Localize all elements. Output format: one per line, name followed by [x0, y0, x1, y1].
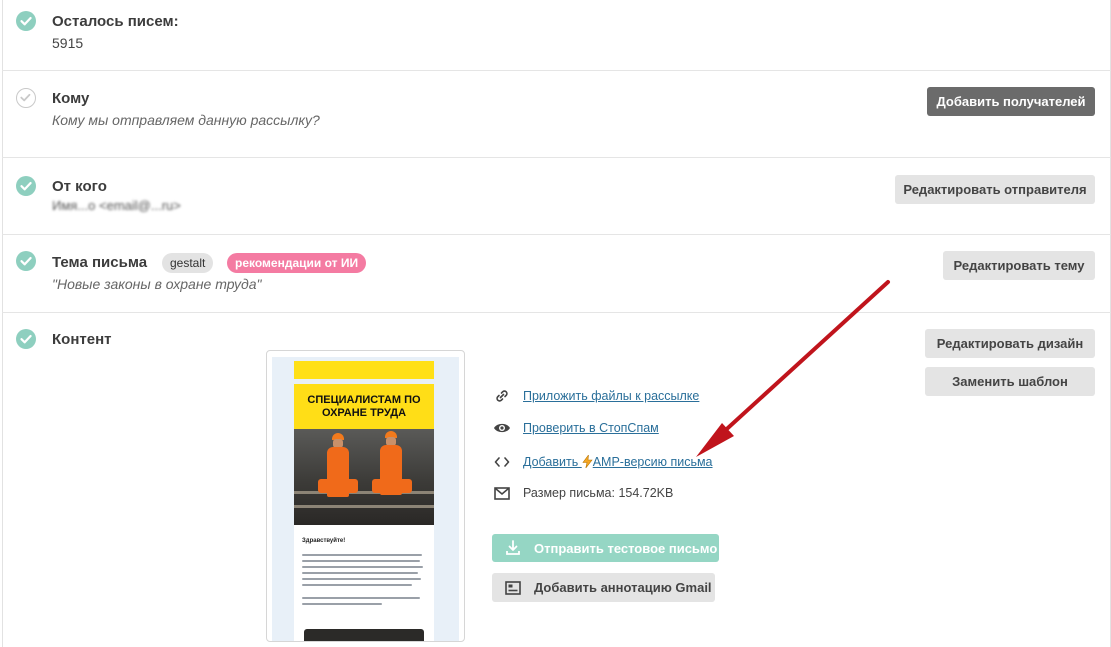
- annotation-arrow: [696, 280, 890, 457]
